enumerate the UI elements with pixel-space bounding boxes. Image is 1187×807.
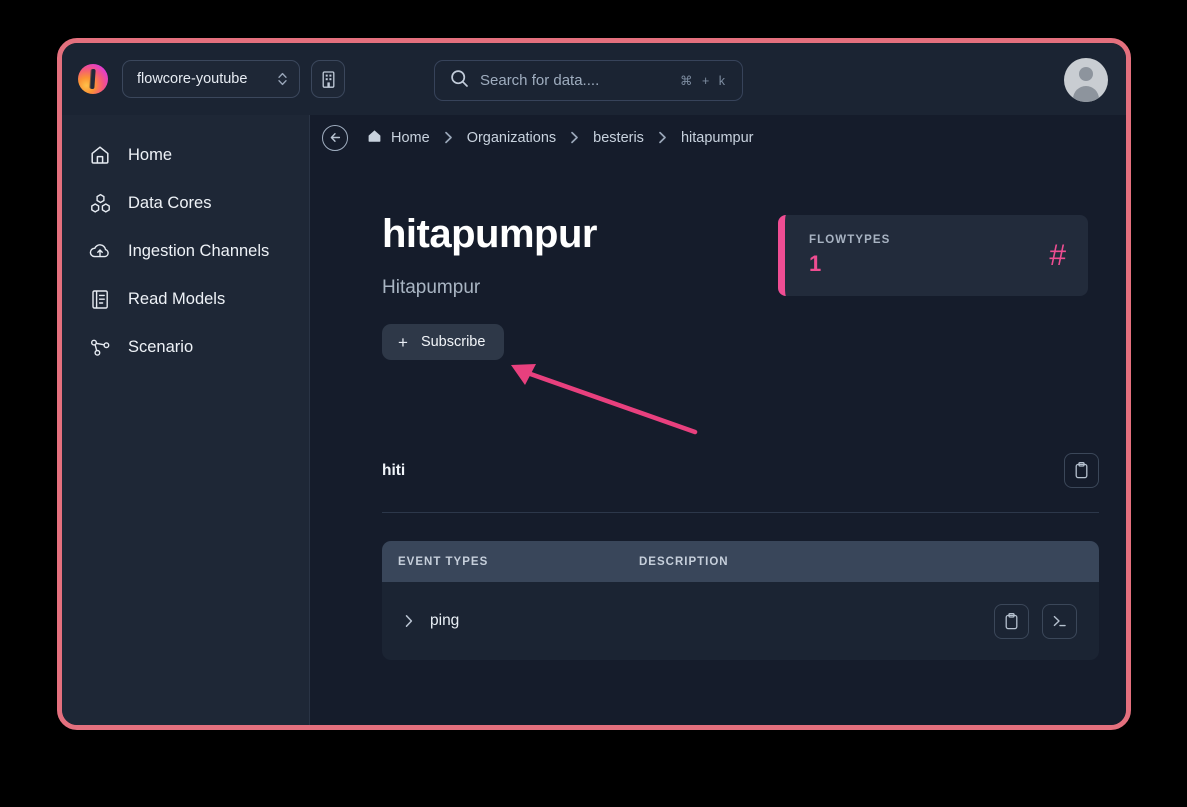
cloud-upload-icon bbox=[88, 239, 112, 263]
content-area: Home Organizations besteris hitapumpur h… bbox=[310, 115, 1126, 725]
table-row[interactable]: ping bbox=[382, 582, 1099, 660]
book-icon bbox=[88, 287, 112, 311]
node-graph-icon bbox=[88, 335, 112, 359]
home-icon bbox=[88, 143, 112, 167]
plus-icon: + bbox=[398, 332, 408, 352]
hero-section: hitapumpur Hitapumpur + Subscribe FLOWTY… bbox=[382, 212, 1126, 360]
flowtype-name: hiti bbox=[382, 461, 406, 479]
sidebar: Home Data Cores Ingestion Channels Read … bbox=[62, 115, 310, 725]
stat-value: 1 bbox=[809, 251, 822, 276]
hash-icon: # bbox=[1049, 238, 1066, 272]
column-header-event-types: EVENT TYPES bbox=[398, 555, 489, 568]
org-switcher-value: flowcore-youtube bbox=[137, 71, 248, 87]
back-button[interactable] bbox=[322, 124, 348, 151]
row-actions bbox=[994, 603, 1077, 639]
breadcrumb-item-home[interactable]: Home bbox=[367, 129, 430, 147]
sidebar-item-scenario[interactable]: Scenario bbox=[62, 323, 309, 371]
breadcrumb: Home Organizations besteris hitapumpur bbox=[310, 115, 1126, 160]
cubes-icon bbox=[88, 191, 112, 215]
breadcrumb-item-hitapumpur[interactable]: hitapumpur bbox=[681, 130, 754, 146]
sidebar-item-home[interactable]: Home bbox=[62, 131, 309, 179]
flowtype-header: hiti bbox=[382, 453, 1099, 513]
breadcrumb-item-besteris[interactable]: besteris bbox=[593, 130, 644, 146]
copy-event-type-button[interactable] bbox=[994, 603, 1029, 639]
page-subtitle: Hitapumpur bbox=[382, 277, 481, 298]
avatar[interactable] bbox=[1064, 58, 1108, 102]
terminal-icon bbox=[1053, 615, 1066, 627]
app-window: flowcore-youtube Search for data.... ⌘ +… bbox=[57, 38, 1131, 730]
avatar-body bbox=[1073, 86, 1099, 102]
building-icon bbox=[322, 70, 334, 88]
screen: flowcore-youtube Search for data.... ⌘ +… bbox=[0, 0, 1187, 807]
clipboard-icon bbox=[1005, 612, 1018, 629]
flowtypes-stat-card: FLOWTYPES 1 # bbox=[778, 215, 1088, 296]
search-input[interactable]: Search for data.... ⌘ + k bbox=[434, 60, 743, 101]
top-bar: flowcore-youtube Search for data.... ⌘ +… bbox=[62, 43, 1126, 115]
stat-text: FLOWTYPES 1 bbox=[809, 234, 890, 277]
cell-event-type: ping bbox=[430, 612, 460, 629]
breadcrumb-item-organizations[interactable]: Organizations bbox=[467, 130, 556, 146]
clipboard-icon bbox=[1075, 461, 1088, 479]
sidebar-item-read-models[interactable]: Read Models bbox=[62, 275, 309, 323]
avatar-head bbox=[1079, 67, 1093, 81]
chevron-right-icon[interactable] bbox=[404, 614, 414, 628]
column-header-description: DESCRIPTION bbox=[639, 555, 729, 568]
terminal-button[interactable] bbox=[1042, 603, 1077, 639]
flowcore-logo[interactable] bbox=[78, 64, 108, 94]
sidebar-item-label: Ingestion Channels bbox=[128, 241, 270, 260]
breadcrumb-separator bbox=[444, 131, 453, 144]
sidebar-item-label: Home bbox=[128, 145, 173, 164]
sidebar-item-ingestion-channels[interactable]: Ingestion Channels bbox=[62, 227, 309, 275]
arrow-left-icon bbox=[330, 133, 340, 142]
subscribe-button-label: Subscribe bbox=[420, 334, 486, 350]
org-switcher[interactable]: flowcore-youtube bbox=[122, 60, 300, 98]
sidebar-item-data-cores[interactable]: Data Cores bbox=[62, 179, 309, 227]
breadcrumb-separator bbox=[658, 131, 667, 144]
hero-left: hitapumpur Hitapumpur + Subscribe bbox=[382, 212, 742, 360]
home-icon bbox=[367, 129, 382, 147]
copy-flowtype-button[interactable] bbox=[1064, 453, 1099, 488]
page-body: hitapumpur Hitapumpur + Subscribe FLOWTY… bbox=[310, 160, 1126, 660]
sidebar-item-label: Scenario bbox=[128, 337, 194, 356]
search-icon bbox=[450, 69, 469, 93]
sidebar-item-label: Data Cores bbox=[128, 193, 212, 212]
stat-label: FLOWTYPES bbox=[809, 234, 891, 246]
subscribe-button[interactable]: + Subscribe bbox=[382, 324, 505, 360]
chevron-up-down-icon bbox=[277, 71, 288, 87]
breadcrumb-label: Home bbox=[391, 129, 430, 146]
event-types-table: EVENT TYPES DESCRIPTION ping bbox=[382, 541, 1099, 660]
breadcrumb-separator bbox=[570, 131, 579, 144]
sidebar-item-label: Read Models bbox=[128, 289, 226, 308]
page-title: hitapumpur bbox=[382, 212, 597, 256]
table-header-row: EVENT TYPES DESCRIPTION bbox=[382, 541, 1099, 582]
building-icon-button[interactable] bbox=[311, 60, 345, 98]
app-window-inner: flowcore-youtube Search for data.... ⌘ +… bbox=[62, 43, 1126, 725]
search-placeholder: Search for data.... bbox=[480, 72, 600, 89]
flowtype-section: hiti EVENT TYPES DESCRIPTION ping bbox=[382, 453, 1099, 660]
body: Home Data Cores Ingestion Channels Read … bbox=[62, 115, 1126, 725]
search-shortcut: ⌘ + k bbox=[680, 74, 728, 88]
